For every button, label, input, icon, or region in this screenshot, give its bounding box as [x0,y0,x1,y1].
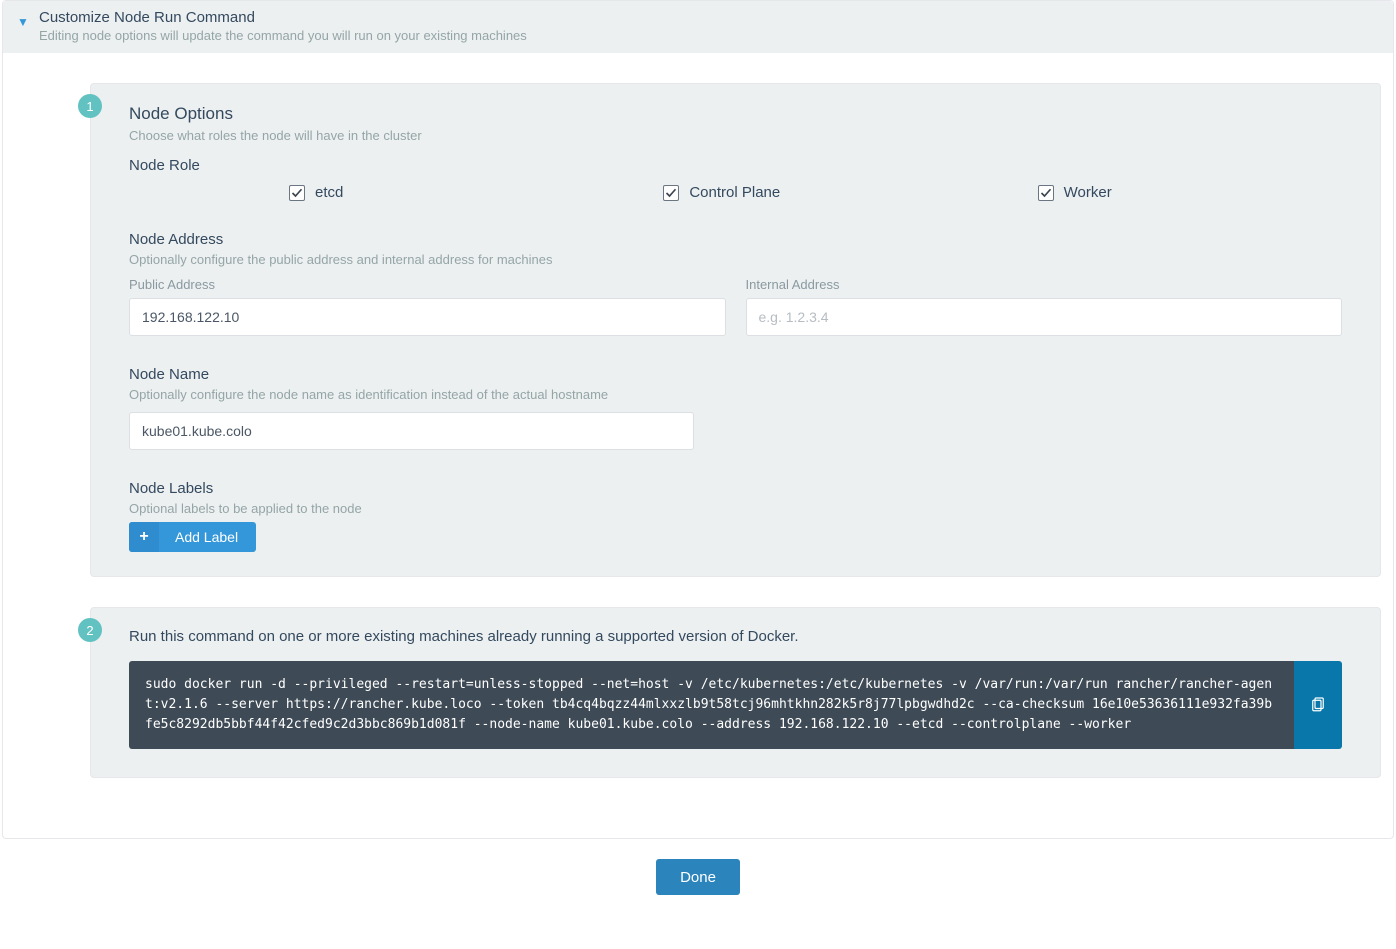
clipboard-icon [1309,695,1327,716]
public-address-input[interactable] [129,298,726,336]
panel-title: Customize Node Run Command [39,9,1357,26]
copy-to-clipboard-button[interactable] [1294,661,1342,749]
command-output[interactable]: sudo docker run -d --privileged --restar… [129,661,1294,749]
node-labels-title: Node Labels [129,480,1342,497]
role-item-controlplane[interactable]: Control Plane [593,184,967,201]
node-options-subtitle: Choose what roles the node will have in … [129,128,1342,143]
internal-address-input[interactable] [746,298,1343,336]
role-label-controlplane: Control Plane [689,184,780,201]
add-label-button[interactable]: + Add Label [129,522,256,552]
checkbox-worker[interactable] [1038,185,1054,201]
role-label-etcd: etcd [315,184,343,201]
node-options-title: Node Options [129,104,1342,124]
caret-down-icon: ▼ [17,15,29,29]
checkbox-controlplane[interactable] [663,185,679,201]
step2-card: 2 Run this command on one or more existi… [90,607,1381,778]
panel-header[interactable]: ▼ Customize Node Run Command Editing nod… [3,1,1393,53]
step1-card: 1 Node Options Choose what roles the nod… [90,83,1381,577]
node-labels-subtitle: Optional labels to be applied to the nod… [129,501,1342,516]
node-address-subtitle: Optionally configure the public address … [129,252,1342,267]
role-item-worker[interactable]: Worker [968,184,1342,201]
internal-address-label: Internal Address [746,277,1343,292]
checkbox-etcd[interactable] [289,185,305,201]
node-name-title: Node Name [129,366,1342,383]
step-badge-2: 2 [78,618,102,642]
add-label-button-label: Add Label [159,529,256,545]
node-name-input[interactable] [129,412,694,450]
public-address-label: Public Address [129,277,726,292]
panel-subtitle: Editing node options will update the com… [39,28,1357,43]
step2-title: Run this command on one or more existing… [129,628,1342,645]
done-button[interactable]: Done [656,859,740,895]
node-name-subtitle: Optionally configure the node name as id… [129,387,1342,402]
plus-icon: + [129,522,159,552]
node-role-title: Node Role [129,157,1342,174]
step-badge-1: 1 [78,94,102,118]
node-address-title: Node Address [129,231,1342,248]
role-item-etcd[interactable]: etcd [129,184,593,201]
role-label-worker: Worker [1064,184,1112,201]
